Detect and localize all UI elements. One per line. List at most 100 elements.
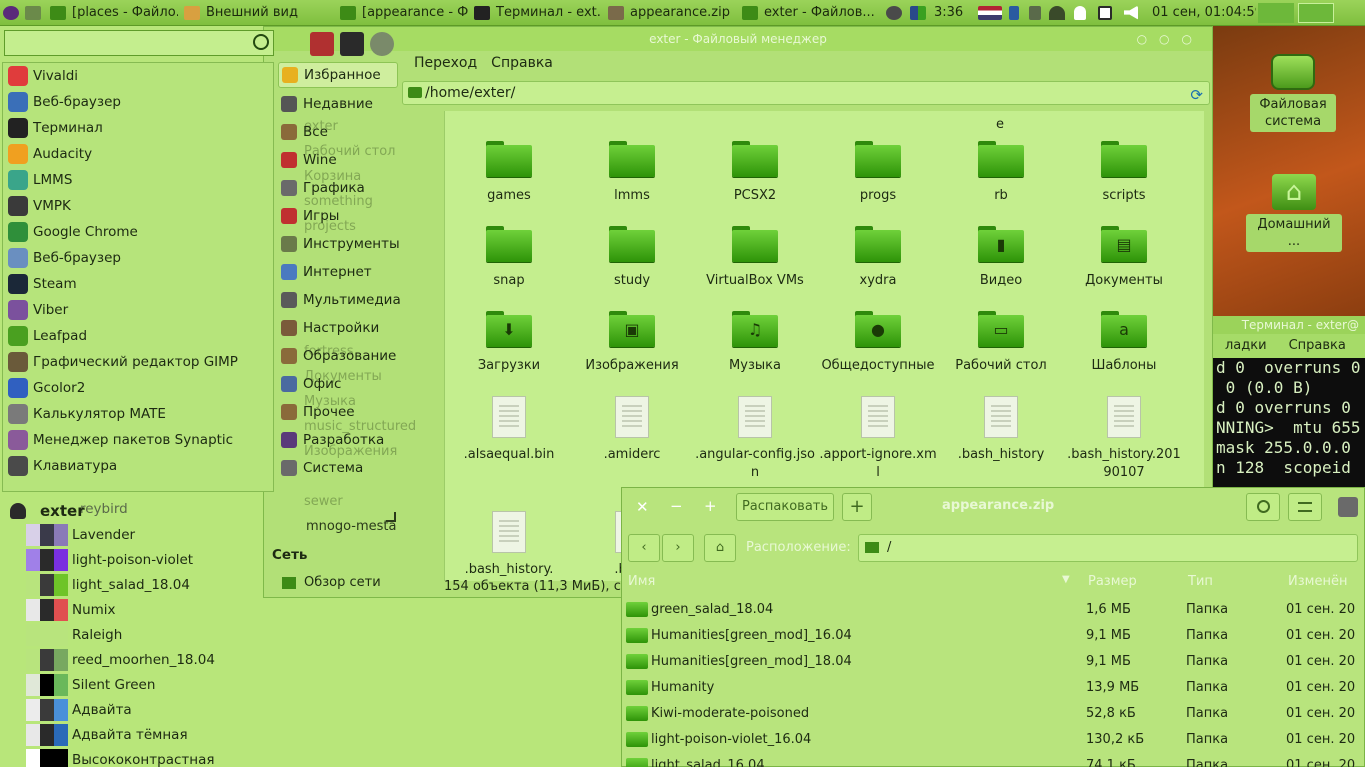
home-button[interactable]: ⌂ <box>704 534 736 562</box>
app-item[interactable]: Google Chrome <box>3 219 273 245</box>
app-item[interactable]: Audacity <box>3 141 273 167</box>
file-item[interactable]: .angular-config.json <box>695 396 815 482</box>
switch-user-icon[interactable] <box>370 32 394 56</box>
app-item[interactable]: Leafpad <box>3 323 273 349</box>
workspace-2[interactable] <box>1296 0 1336 26</box>
menu-button[interactable] <box>1288 493 1322 521</box>
network[interactable] <box>1046 0 1070 26</box>
folder-item[interactable]: games <box>449 141 569 205</box>
lock-icon[interactable] <box>310 32 334 56</box>
theme-item[interactable]: reed_moorhen_18.04 <box>26 647 215 672</box>
sync[interactable] <box>1026 0 1046 26</box>
category-item[interactable]: Разработка <box>278 426 398 454</box>
folder-item[interactable]: ▣ Изображения <box>572 311 692 375</box>
column-size[interactable]: Размер <box>1088 574 1137 589</box>
category-item[interactable]: Прочее <box>278 398 398 426</box>
folder-item[interactable]: PCSX2 <box>695 141 815 205</box>
column-modified[interactable]: Изменён <box>1288 574 1347 589</box>
show-desktop-button[interactable] <box>22 0 44 26</box>
app-item[interactable]: Gcolor2 <box>3 375 273 401</box>
folder-item[interactable]: xydra <box>818 226 938 290</box>
file-item[interactable]: .apport-ignore.xml <box>818 396 938 482</box>
reload-icon[interactable]: ⟳ <box>1190 84 1203 106</box>
search-button[interactable] <box>1246 493 1280 521</box>
desktop-icon-filesystem[interactable]: Файловая система <box>1248 54 1338 132</box>
back-button[interactable]: ‹ <box>628 534 660 562</box>
folder-item[interactable]: ♫ Музыка <box>695 311 815 375</box>
table-row[interactable]: Humanities[green_mod]_18.04 9,1 МБ Папка 01… <box>622 648 1365 674</box>
app-search-input[interactable] <box>7 33 247 53</box>
category-item[interactable]: Инструменты <box>278 230 400 258</box>
forward-button[interactable]: › <box>662 534 694 562</box>
taskbar-item[interactable]: Терминал - ext... <box>468 0 602 26</box>
location-bar[interactable]: /home/exter/ ⟳ <box>402 81 1210 105</box>
table-row[interactable]: green_salad_18.04 1,6 МБ Папка 01 сен. 20 <box>622 596 1365 622</box>
app-item[interactable]: Viber <box>3 297 273 323</box>
folder-item[interactable]: ● Общедоступные <box>818 311 938 375</box>
theme-item[interactable]: Raleigh <box>26 622 122 647</box>
category-item[interactable]: Офис <box>278 370 398 398</box>
file-item[interactable]: .bash_history. <box>449 511 569 579</box>
table-row[interactable]: Humanities[green_mod]_16.04 9,1 МБ Папка 01… <box>622 622 1365 648</box>
category-item[interactable]: Wine <box>278 146 398 174</box>
menu-help[interactable]: Справка <box>491 55 553 71</box>
category-item[interactable]: Избранное <box>278 62 398 88</box>
archive-file-list[interactable]: green_salad_18.04 1,6 МБ Папка 01 сен. 20 Hu… <box>622 596 1365 767</box>
add-button[interactable]: + <box>842 493 872 521</box>
file-item[interactable]: .bash_history.20190107 <box>1064 396 1184 482</box>
folder-item[interactable]: progs <box>818 141 938 205</box>
folder-item[interactable]: rb <box>941 141 1061 205</box>
category-item[interactable]: Графика <box>278 174 398 202</box>
app-item[interactable]: Steam <box>3 271 273 297</box>
theme-item[interactable]: Высококонтрастная <box>26 747 214 767</box>
file-item[interactable]: .amiderc <box>572 396 692 464</box>
folder-item[interactable]: a Шаблоны <box>1064 311 1184 375</box>
bluetooth[interactable] <box>1006 0 1026 26</box>
taskbar-item[interactable]: Внешний вид <box>178 0 334 26</box>
file-item[interactable]: .alsaequal.bin <box>449 396 569 464</box>
system-monitor[interactable] <box>884 0 908 26</box>
app-item[interactable]: Клавиатура <box>3 453 273 479</box>
terminal-output[interactable]: d 0 overruns 0 0 (0.0 B) d 0 overruns 0 … <box>1213 358 1365 478</box>
table-row[interactable]: light-poison-violet_16.04 130,2 кБ Папка 01… <box>622 726 1365 752</box>
keyboard-layout[interactable] <box>974 0 1006 26</box>
archive-location-input[interactable]: / <box>858 534 1358 562</box>
folder-item[interactable]: ⬇ Загрузки <box>449 311 569 375</box>
minimize-icon[interactable]: − <box>670 497 683 515</box>
logout-icon[interactable] <box>340 32 364 56</box>
terminal-menu-tabs[interactable]: ладки <box>1225 334 1267 358</box>
category-item[interactable]: Игры <box>278 202 398 230</box>
user-account[interactable]: exter <box>10 500 85 522</box>
workspace-1[interactable] <box>1256 0 1296 26</box>
folder-item[interactable]: VirtualBox VMs <box>695 226 815 290</box>
folder-item[interactable]: ▮ Видео <box>941 226 1061 290</box>
theme-item[interactable]: Silent Green <box>26 672 155 697</box>
extract-button[interactable]: Распаковать <box>736 493 834 521</box>
folder-item[interactable]: ▭ Рабочий стол <box>941 311 1061 375</box>
category-item[interactable]: Образование <box>278 342 398 370</box>
theme-item[interactable]: Адвайта тёмная <box>26 722 188 747</box>
app-item[interactable]: Vivaldi <box>3 63 273 89</box>
category-item[interactable]: Недавние <box>278 90 398 118</box>
taskbar-item[interactable]: exter - Файлов... <box>736 0 884 26</box>
table-row[interactable]: Kiwi-moderate-poisoned 52,8 кБ Папка 01 сен… <box>622 700 1365 726</box>
app-item[interactable]: Менеджер пакетов Synaptic <box>3 427 273 453</box>
app-item[interactable]: VMPK <box>3 193 273 219</box>
notifications[interactable] <box>1070 0 1094 26</box>
table-row[interactable]: Humanity 13,9 МБ Папка 01 сен. 20 <box>622 674 1365 700</box>
category-item[interactable]: Система <box>278 454 398 482</box>
app-item[interactable]: Графический редактор GIMP <box>3 349 273 375</box>
theme-item[interactable]: Numix <box>26 597 116 622</box>
table-row[interactable]: light_salad_16.04 74,1 кБ Папка 01 сен. 20 <box>622 752 1365 767</box>
taskbar-item[interactable]: appearance.zip <box>602 0 736 26</box>
desktop-icon-home[interactable]: Домашний ... <box>1246 174 1342 252</box>
category-item[interactable]: Мультимедиа <box>278 286 401 314</box>
column-name[interactable]: Имя <box>628 574 655 589</box>
taskbar-item[interactable]: [appearance - Ф... <box>334 0 468 26</box>
clock[interactable]: 01 сен, 01:04:59 <box>1146 0 1256 26</box>
archive-manager-window[interactable]: ✕ − + Распаковать + appearance.zip ‹ › ⌂… <box>621 487 1365 767</box>
maximize-icon[interactable]: + <box>704 497 717 515</box>
app-item[interactable]: Калькулятор MATE <box>3 401 273 427</box>
menu-launcher[interactable] <box>0 0 22 26</box>
app-item[interactable]: Веб-браузер <box>3 245 273 271</box>
